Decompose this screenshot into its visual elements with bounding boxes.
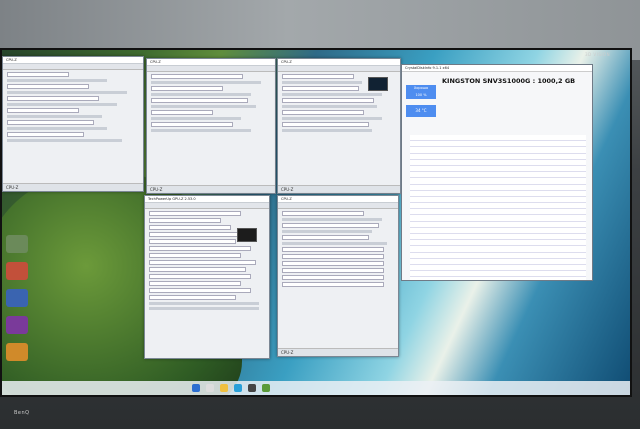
health-value: 100 %	[415, 93, 427, 97]
app-icon[interactable]	[6, 343, 28, 361]
folder-icon[interactable]	[220, 384, 228, 392]
app-icon[interactable]	[248, 384, 256, 392]
tab-bar[interactable]	[145, 203, 269, 209]
tab-bar[interactable]	[278, 66, 400, 72]
gpuz-window[interactable]: TechPowerUp GPU-Z 2.53.0	[144, 195, 270, 359]
intel-logo-icon	[368, 77, 388, 91]
cpuz-window[interactable]: CPU-Z CPU-Z	[146, 58, 276, 194]
tab-bar[interactable]	[278, 203, 398, 209]
start-icon[interactable]	[192, 384, 200, 392]
cpuz-window[interactable]: CPU-Z CPU-Z	[277, 195, 399, 357]
monitor-brand: BenQ	[14, 410, 30, 416]
version-label: CPU-Z	[278, 185, 400, 193]
desktop-icons	[6, 235, 32, 370]
version-label: CPU-Z	[278, 348, 398, 356]
temperature-readout: 34 °C	[406, 105, 436, 117]
app-icon[interactable]	[6, 262, 28, 280]
gpu-name-field	[149, 211, 241, 216]
monitor-screen: CPU-Z CPU-Z CPU-Z CPU-Z CPU-Z CPU-Z Tech…	[0, 48, 632, 397]
nvidia-logo-icon	[237, 228, 257, 242]
app-icon[interactable]	[6, 316, 28, 334]
crystaldiskinfo-window[interactable]: CrystalDiskInfo 9.1.1 x64 KINGSTON SNV3S…	[401, 64, 593, 281]
tab-bar[interactable]	[147, 66, 275, 72]
version-label: CPU-Z	[3, 183, 143, 191]
taskbar	[2, 381, 630, 395]
health-status: Хорошо 100 %	[406, 85, 436, 99]
window-title: TechPowerUp GPU-Z 2.53.0	[145, 196, 269, 203]
health-label: Хорошо	[413, 86, 429, 90]
window-title: CPU-Z	[147, 59, 275, 66]
tab-bar[interactable]	[3, 64, 143, 70]
cpuz-window[interactable]: CPU-Z CPU-Z	[2, 56, 144, 192]
window-title: CPU-Z	[278, 59, 400, 66]
window-title: CPU-Z	[278, 196, 398, 203]
cpuz-window[interactable]: CPU-Z CPU-Z	[277, 58, 401, 194]
app-icon[interactable]	[262, 384, 270, 392]
browser-icon[interactable]	[234, 384, 242, 392]
folder-icon[interactable]	[6, 289, 28, 307]
drive-name: KINGSTON SNV3S1000G : 1000,2 GB	[442, 77, 576, 85]
search-icon[interactable]	[206, 384, 214, 392]
window-title: CrystalDiskInfo 9.1.1 x64	[402, 65, 592, 72]
version-label: CPU-Z	[147, 185, 275, 193]
window-title: CPU-Z	[3, 57, 143, 64]
monitor-badge: 3D VISION	[585, 52, 611, 57]
smart-attributes-table	[410, 135, 586, 280]
recycle-bin-icon[interactable]	[6, 235, 28, 253]
